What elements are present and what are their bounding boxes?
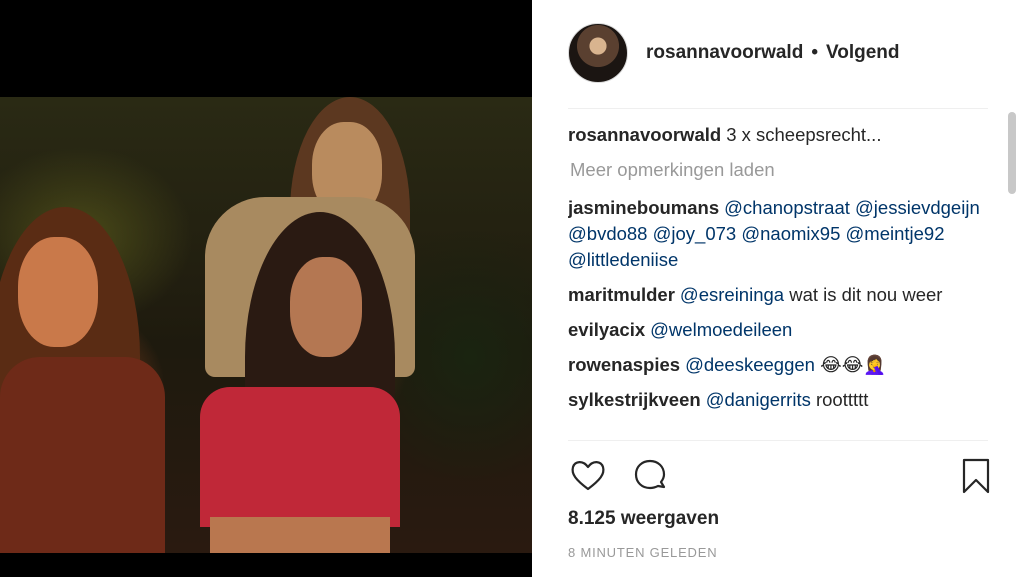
video-frame[interactable] bbox=[0, 97, 532, 553]
post-header: rosannavoorwald • Volgend bbox=[568, 22, 988, 84]
comment-username[interactable]: rowenaspies bbox=[568, 354, 680, 375]
mention-link[interactable]: @danigerrits bbox=[706, 389, 811, 410]
mention-link[interactable]: @naomix95 bbox=[741, 223, 840, 244]
comment-text: wat is dit nou weer bbox=[784, 284, 943, 305]
author-username[interactable]: rosannavoorwald bbox=[646, 42, 803, 64]
mention-link[interactable]: @bvdo88 bbox=[568, 223, 647, 244]
post-timestamp[interactable]: 8 MINUTEN GELEDEN bbox=[568, 545, 717, 560]
mention-link[interactable]: @esreininga bbox=[680, 284, 784, 305]
comment-item: maritmulder @esreininga wat is dit nou we… bbox=[568, 282, 1004, 308]
caption-text: 3 x scheepsrecht... bbox=[726, 124, 882, 145]
mention-link[interactable]: @jessievdgeijn bbox=[855, 197, 980, 218]
comment-text: 😂😂🤦‍♀️ bbox=[814, 354, 887, 375]
post-sidebar: rosannavoorwald • Volgend rosannavoorwal… bbox=[532, 0, 1024, 577]
mention-link[interactable]: @littledeniise bbox=[568, 249, 678, 270]
figure-left-face bbox=[18, 237, 98, 347]
figure-center-face bbox=[290, 257, 362, 357]
avatar[interactable] bbox=[568, 23, 628, 83]
comments-divider bbox=[568, 440, 988, 441]
mention-link[interactable]: @meintje92 bbox=[846, 223, 945, 244]
post-media[interactable] bbox=[0, 0, 532, 577]
comment-item: evilyacix @welmoedeileen bbox=[568, 317, 1004, 343]
comment-item: jasmineboumans @chanopstraat @jessievdgei… bbox=[568, 195, 1004, 273]
caption: rosannavoorwald 3 x scheepsrecht... bbox=[568, 122, 1004, 148]
header-separator: • bbox=[811, 42, 818, 63]
figure-center-top bbox=[200, 387, 400, 527]
figure-left-body bbox=[0, 357, 165, 553]
comment-bubble-icon[interactable] bbox=[630, 456, 670, 496]
bookmark-icon[interactable] bbox=[956, 456, 996, 496]
action-bar bbox=[568, 456, 990, 496]
comment-username[interactable]: maritmulder bbox=[568, 284, 675, 305]
figure-center-waist bbox=[210, 517, 390, 553]
comment-text: roottttt bbox=[810, 389, 869, 410]
following-button[interactable]: Volgend bbox=[826, 42, 900, 64]
comment-username[interactable]: sylkestrijkveen bbox=[568, 389, 701, 410]
comments-scrollbar[interactable] bbox=[1008, 112, 1016, 440]
mention-link[interactable]: @deeskeeggen bbox=[685, 354, 815, 375]
comment-entries: jasmineboumans @chanopstraat @jessievdgei… bbox=[568, 195, 1004, 413]
mention-link[interactable]: @joy_073 bbox=[653, 223, 737, 244]
load-more-comments-link[interactable]: Meer opmerkingen laden bbox=[570, 157, 1004, 183]
caption-username[interactable]: rosannavoorwald bbox=[568, 124, 721, 145]
heart-icon[interactable] bbox=[568, 456, 608, 496]
scrollbar-thumb[interactable] bbox=[1008, 112, 1016, 194]
comment-item: sylkestrijkveen @danigerrits roottttt bbox=[568, 387, 1004, 413]
view-count[interactable]: 8.125 weergaven bbox=[568, 508, 719, 530]
mention-link[interactable]: @welmoedeileen bbox=[650, 319, 792, 340]
mention-link[interactable]: @chanopstraat bbox=[724, 197, 850, 218]
comments-list[interactable]: rosannavoorwald 3 x scheepsrecht... Meer … bbox=[568, 122, 1004, 440]
comment-username[interactable]: jasmineboumans bbox=[568, 197, 719, 218]
header-divider bbox=[568, 108, 988, 109]
comment-username[interactable]: evilyacix bbox=[568, 319, 645, 340]
comment-item: rowenaspies @deeskeeggen 😂😂🤦‍♀️ bbox=[568, 352, 1004, 378]
